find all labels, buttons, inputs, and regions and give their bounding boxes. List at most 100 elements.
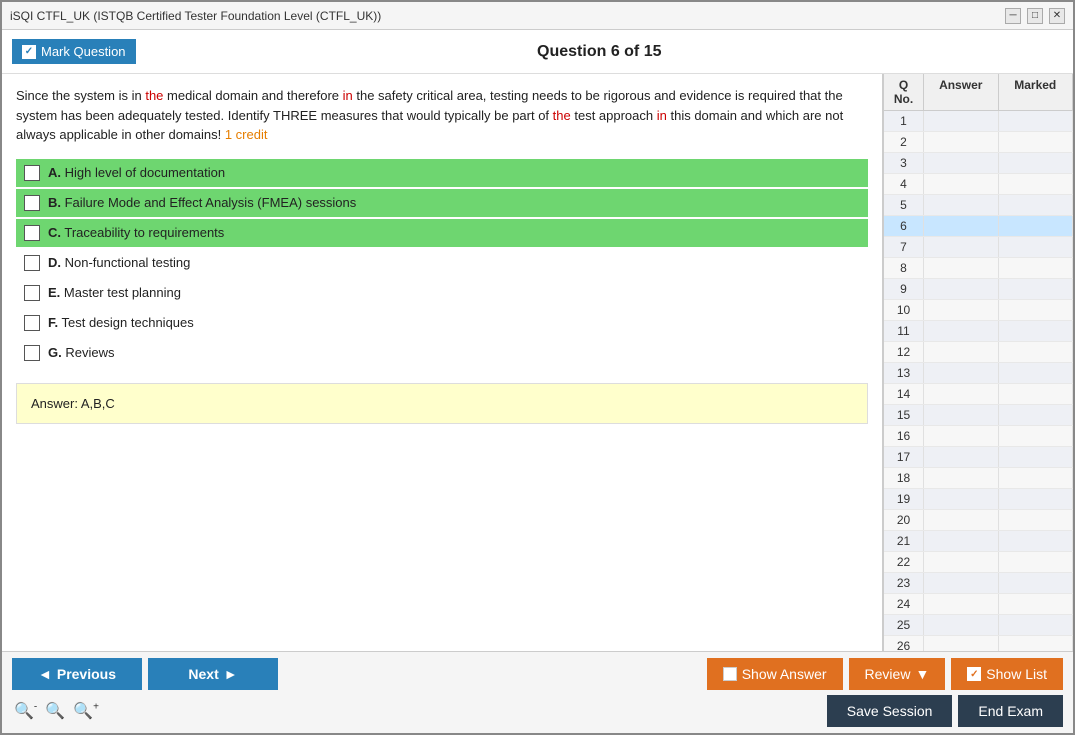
row-mark-25	[999, 615, 1074, 635]
sidebar-row-15[interactable]: 15	[884, 405, 1073, 426]
sidebar-row-22[interactable]: 22	[884, 552, 1073, 573]
highlight-text3: the	[553, 108, 571, 123]
row-num-25: 25	[884, 615, 924, 635]
sidebar-row-13[interactable]: 13	[884, 363, 1073, 384]
review-dropdown-icon: ▼	[915, 666, 929, 682]
sidebar-row-25[interactable]: 25	[884, 615, 1073, 636]
row-mark-20	[999, 510, 1074, 530]
sidebar-row-16[interactable]: 16	[884, 426, 1073, 447]
save-session-button[interactable]: Save Session	[827, 695, 953, 727]
sidebar-row-1[interactable]: 1	[884, 111, 1073, 132]
options-list: A. High level of documentation B. Failur…	[16, 159, 868, 367]
sidebar-row-9[interactable]: 9	[884, 279, 1073, 300]
sidebar-row-5[interactable]: 5	[884, 195, 1073, 216]
row-mark-14	[999, 384, 1074, 404]
sidebar-row-23[interactable]: 23	[884, 573, 1073, 594]
checkbox-b[interactable]	[24, 195, 40, 211]
option-b-text: B. Failure Mode and Effect Analysis (FME…	[48, 195, 356, 210]
row-mark-2	[999, 132, 1074, 152]
option-c[interactable]: C. Traceability to requirements	[16, 219, 868, 247]
sidebar-row-2[interactable]: 2	[884, 132, 1073, 153]
sidebar-row-14[interactable]: 14	[884, 384, 1073, 405]
nav-buttons-row: ◄ Previous Next ► Show Answer Review ▼ S…	[12, 658, 1063, 690]
option-a[interactable]: A. High level of documentation	[16, 159, 868, 187]
answer-header: Answer	[924, 74, 999, 110]
sidebar-row-26[interactable]: 26	[884, 636, 1073, 651]
minimize-button[interactable]: ─	[1005, 8, 1021, 24]
sidebar-row-6[interactable]: 6	[884, 216, 1073, 237]
row-num-24: 24	[884, 594, 924, 614]
row-mark-3	[999, 153, 1074, 173]
row-num-4: 4	[884, 174, 924, 194]
row-ans-18	[924, 468, 999, 488]
zoom-controls: 🔍- 🔍 🔍+	[12, 699, 101, 723]
answer-box: Answer: A,B,C	[16, 383, 868, 424]
row-mark-21	[999, 531, 1074, 551]
row-num-1: 1	[884, 111, 924, 131]
sidebar-row-7[interactable]: 7	[884, 237, 1073, 258]
show-answer-button[interactable]: Show Answer	[707, 658, 843, 690]
highlight-text2: in	[343, 88, 353, 103]
sidebar-row-11[interactable]: 11	[884, 321, 1073, 342]
sidebar-row-24[interactable]: 24	[884, 594, 1073, 615]
row-num-8: 8	[884, 258, 924, 278]
row-num-22: 22	[884, 552, 924, 572]
row-num-3: 3	[884, 153, 924, 173]
mark-question-button[interactable]: Mark Question	[12, 39, 136, 64]
close-button[interactable]: ✕	[1049, 8, 1065, 24]
row-num-17: 17	[884, 447, 924, 467]
row-ans-6	[924, 216, 999, 236]
zoom-in-button[interactable]: 🔍+	[71, 699, 101, 723]
sidebar-row-20[interactable]: 20	[884, 510, 1073, 531]
question-text: Since the system is in the medical domai…	[16, 86, 868, 145]
checkbox-e[interactable]	[24, 285, 40, 301]
row-mark-19	[999, 489, 1074, 509]
next-button[interactable]: Next ►	[148, 658, 278, 690]
sidebar-row-12[interactable]: 12	[884, 342, 1073, 363]
previous-button[interactable]: ◄ Previous	[12, 658, 142, 690]
row-ans-19	[924, 489, 999, 509]
sidebar-row-10[interactable]: 10	[884, 300, 1073, 321]
checkbox-c[interactable]	[24, 225, 40, 241]
row-ans-24	[924, 594, 999, 614]
checkbox-a[interactable]	[24, 165, 40, 181]
end-exam-label: End Exam	[978, 703, 1043, 719]
sidebar-row-21[interactable]: 21	[884, 531, 1073, 552]
option-g-text: G. Reviews	[48, 345, 114, 360]
maximize-button[interactable]: □	[1027, 8, 1043, 24]
sidebar-row-17[interactable]: 17	[884, 447, 1073, 468]
row-ans-17	[924, 447, 999, 467]
option-f[interactable]: F. Test design techniques	[16, 309, 868, 337]
row-ans-22	[924, 552, 999, 572]
row-ans-13	[924, 363, 999, 383]
row-mark-15	[999, 405, 1074, 425]
checkbox-g[interactable]	[24, 345, 40, 361]
sidebar-row-18[interactable]: 18	[884, 468, 1073, 489]
checkbox-f[interactable]	[24, 315, 40, 331]
mark-question-label: Mark Question	[41, 44, 126, 59]
end-exam-button[interactable]: End Exam	[958, 695, 1063, 727]
show-list-button[interactable]: Show List	[951, 658, 1063, 690]
row-ans-11	[924, 321, 999, 341]
row-ans-26	[924, 636, 999, 651]
title-bar: iSQI CTFL_UK (ISTQB Certified Tester Fou…	[2, 2, 1073, 30]
row-num-5: 5	[884, 195, 924, 215]
option-e[interactable]: E. Master test planning	[16, 279, 868, 307]
option-b[interactable]: B. Failure Mode and Effect Analysis (FME…	[16, 189, 868, 217]
row-ans-23	[924, 573, 999, 593]
row-mark-6	[999, 216, 1074, 236]
zoom-reset-button[interactable]: 🔍	[43, 699, 67, 723]
row-ans-5	[924, 195, 999, 215]
row-num-18: 18	[884, 468, 924, 488]
option-g[interactable]: G. Reviews	[16, 339, 868, 367]
checkbox-d[interactable]	[24, 255, 40, 271]
zoom-out-button[interactable]: 🔍-	[12, 699, 39, 723]
sidebar-row-3[interactable]: 3	[884, 153, 1073, 174]
review-button[interactable]: Review ▼	[849, 658, 946, 690]
sidebar-row-19[interactable]: 19	[884, 489, 1073, 510]
row-mark-18	[999, 468, 1074, 488]
option-c-text: C. Traceability to requirements	[48, 225, 224, 240]
option-d[interactable]: D. Non-functional testing	[16, 249, 868, 277]
sidebar-row-4[interactable]: 4	[884, 174, 1073, 195]
sidebar-row-8[interactable]: 8	[884, 258, 1073, 279]
